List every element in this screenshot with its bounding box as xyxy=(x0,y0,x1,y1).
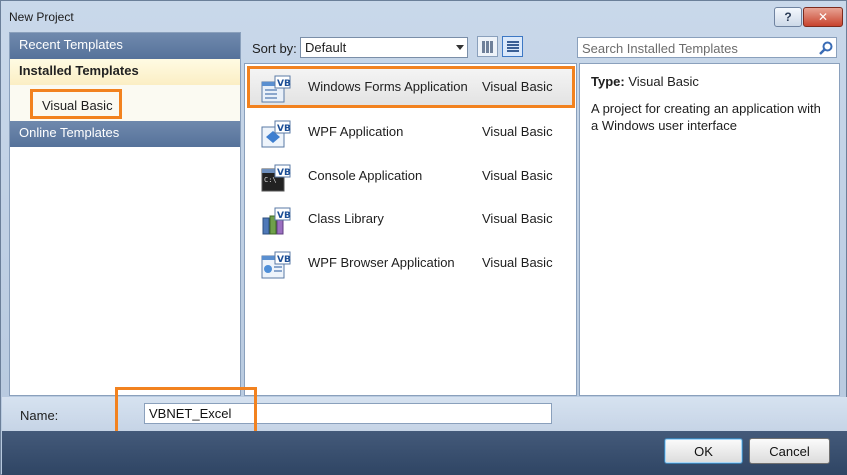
template-item-class-library[interactable]: VB Class Library Visual Basic xyxy=(247,198,575,240)
installed-templates-header[interactable]: Installed Templates xyxy=(10,59,240,85)
name-label: Name: xyxy=(20,408,59,423)
template-item-wpf-browser-application[interactable]: VB WPF Browser Application Visual Basic xyxy=(247,242,575,284)
close-icon: ✕ xyxy=(817,10,829,24)
large-icons-view-button[interactable] xyxy=(477,36,498,57)
dialog-title: New Project xyxy=(9,10,74,24)
title-bar: New Project ? ✕ xyxy=(1,1,846,31)
svg-text:VB: VB xyxy=(277,124,291,134)
template-categories-pane: Recent Templates Installed Templates Vis… xyxy=(9,32,241,396)
category-visual-basic[interactable]: Visual Basic xyxy=(30,89,122,119)
template-name: WPF Application xyxy=(308,124,404,139)
search-input[interactable] xyxy=(582,40,810,56)
template-details-pane: Type: Visual Basic A project for creatin… xyxy=(579,63,840,396)
template-item-console-application[interactable]: C:\ VB Console Application Visual Basic xyxy=(247,155,575,197)
template-language: Visual Basic xyxy=(482,79,553,94)
template-list: VB Windows Forms Application Visual Basi… xyxy=(244,63,577,396)
list-view-icon xyxy=(507,41,519,53)
template-name: WPF Browser Application xyxy=(308,255,455,270)
template-description: A project for creating an application wi… xyxy=(591,101,821,133)
chevron-down-icon xyxy=(456,45,464,50)
template-name: Windows Forms Application xyxy=(308,79,468,94)
template-language: Visual Basic xyxy=(482,168,553,183)
console-app-icon: C:\ VB xyxy=(261,164,291,192)
svg-text:VB: VB xyxy=(277,79,291,89)
template-name: Console Application xyxy=(308,168,423,183)
type-value: Visual Basic xyxy=(628,74,699,89)
template-item-windows-forms[interactable]: VB Windows Forms Application Visual Basi… xyxy=(247,66,575,108)
new-project-dialog: New Project ? ✕ Recent Templates Install… xyxy=(0,0,847,475)
cancel-button[interactable]: Cancel xyxy=(749,438,830,464)
recent-templates-header[interactable]: Recent Templates xyxy=(10,33,240,59)
template-language: Visual Basic xyxy=(482,255,553,270)
template-language: Visual Basic xyxy=(482,211,553,226)
class-library-icon: VB xyxy=(262,207,291,235)
windows-forms-icon: VB xyxy=(261,75,291,103)
wpf-app-icon: VB xyxy=(261,120,291,148)
project-name-input[interactable] xyxy=(144,403,552,424)
small-icons-view-button[interactable] xyxy=(502,36,523,57)
sort-by-label: Sort by: xyxy=(252,41,297,56)
help-button[interactable]: ? xyxy=(774,7,802,27)
close-button[interactable]: ✕ xyxy=(803,7,843,27)
type-info: Type: Visual Basic xyxy=(591,74,699,89)
svg-text:VB: VB xyxy=(277,168,291,178)
template-language: Visual Basic xyxy=(482,124,553,139)
template-item-wpf-application[interactable]: VB WPF Application Visual Basic xyxy=(247,111,575,153)
template-name: Class Library xyxy=(308,211,384,226)
online-templates-header[interactable]: Online Templates xyxy=(10,121,240,147)
large-icons-icon xyxy=(482,41,494,53)
sort-by-dropdown[interactable]: Default xyxy=(300,37,468,58)
type-label: Type: xyxy=(591,74,625,89)
ok-button[interactable]: OK xyxy=(664,438,743,464)
sort-by-value: Default xyxy=(305,40,347,55)
svg-text:VB: VB xyxy=(277,255,291,265)
help-icon: ? xyxy=(784,10,792,24)
wpf-browser-icon: VB xyxy=(261,251,291,279)
svg-text:VB: VB xyxy=(277,211,291,221)
search-box xyxy=(577,37,837,58)
search-icon[interactable] xyxy=(818,40,834,56)
